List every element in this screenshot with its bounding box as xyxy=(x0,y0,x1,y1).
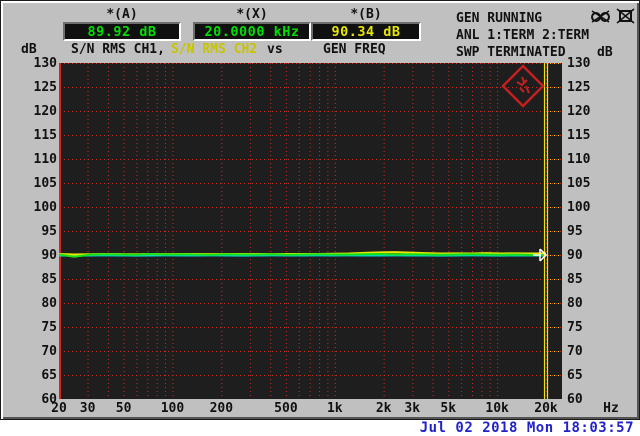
y-tick-label-right: 130 xyxy=(567,56,591,71)
y-tick-label-left: 65 xyxy=(41,368,57,383)
readout-a-label: *(A) xyxy=(106,7,138,22)
readout-x-value: 20.0000 kHz xyxy=(204,23,300,40)
y-tick-label-right: 105 xyxy=(567,176,591,191)
legend-x-name: GEN FREQ xyxy=(323,42,386,57)
readout-a-value: 89.92 dB xyxy=(87,23,157,40)
y-tick-label-left: 70 xyxy=(41,344,57,359)
readout-b-label: *(B) xyxy=(350,7,382,22)
x-tick-label: 200 xyxy=(209,401,234,416)
sweep-graph[interactable] xyxy=(59,63,562,399)
y-tick-label-left: 110 xyxy=(33,152,57,167)
legend-vs: vs xyxy=(267,42,283,57)
y-tick-label-left: 90 xyxy=(41,248,57,263)
y-tick-label-left: 100 xyxy=(33,200,57,215)
x-tick-label: 500 xyxy=(274,401,298,416)
y-tick-label-right: 100 xyxy=(567,200,591,215)
anl-status: ANL 1:TERM 2:TERM xyxy=(456,28,590,43)
y-tick-label-left: 105 xyxy=(33,176,57,191)
x-tick-label: 20k xyxy=(534,401,558,416)
y-tick-label-left: 115 xyxy=(33,128,57,143)
y-tick-label-right: 85 xyxy=(567,272,583,287)
y-tick-label-right: 65 xyxy=(567,368,583,383)
y-tick-label-right: 115 xyxy=(567,128,591,143)
monitor-muted-icon[interactable] xyxy=(616,8,636,28)
y-tick-label-right: 60 xyxy=(567,392,583,407)
x-tick-label: 50 xyxy=(115,401,132,416)
readout-a-box[interactable]: 89.92 dB xyxy=(63,22,181,41)
y-tick-label-right: 80 xyxy=(567,296,583,311)
readout-x-box[interactable]: 20.0000 kHz xyxy=(193,22,311,41)
x-tick-label: 5k xyxy=(440,401,457,416)
y-tick-label-left: 120 xyxy=(33,104,57,119)
readout-b-value: 90.34 dB xyxy=(331,23,401,40)
y-tick-label-left: 95 xyxy=(41,224,57,239)
y-tick-label-left: 80 xyxy=(41,296,57,311)
x-tick-label: 1k xyxy=(326,401,343,416)
legend-ch2: S/N RMS CH2 xyxy=(171,42,258,57)
x-tick-label: 100 xyxy=(160,401,185,416)
x-tick-label: 10k xyxy=(485,401,509,416)
y-tick-label-right: 110 xyxy=(567,152,591,167)
y-tick-label-right: 90 xyxy=(567,248,583,263)
y-tick-label-left: 130 xyxy=(33,56,57,71)
y-tick-label-left: 75 xyxy=(41,320,57,335)
left-axis-unit: dB xyxy=(21,42,37,57)
analyzer-screen: *(A) *(X) *(B) 89.92 dB 20.0000 kHz 90.3… xyxy=(0,0,640,436)
footer-statusbar: Jul 02 2018 Mon 18:03:57 xyxy=(0,420,640,436)
y-tick-label-right: 125 xyxy=(567,80,591,95)
y-tick-label-right: 120 xyxy=(567,104,591,119)
y-tick-label-left: 85 xyxy=(41,272,57,287)
speaker-muted-icon[interactable] xyxy=(590,8,612,28)
measurement-panel: *(A) *(X) *(B) 89.92 dB 20.0000 kHz 90.3… xyxy=(0,0,640,420)
datetime-display: Jul 02 2018 Mon 18:03:57 xyxy=(419,420,634,436)
readout-b-box[interactable]: 90.34 dB xyxy=(311,22,421,41)
swp-status: SWP TERMINATED xyxy=(456,45,566,60)
y-tick-label-right: 70 xyxy=(567,344,583,359)
y-tick-label-left: 125 xyxy=(33,80,57,95)
gen-status: GEN RUNNING xyxy=(456,11,543,26)
readout-x-label: *(X) xyxy=(236,7,268,22)
legend-ch1: S/N RMS CH1, xyxy=(71,42,165,57)
y-tick-label-right: 75 xyxy=(567,320,583,335)
y-tick-label-right: 95 xyxy=(567,224,583,239)
